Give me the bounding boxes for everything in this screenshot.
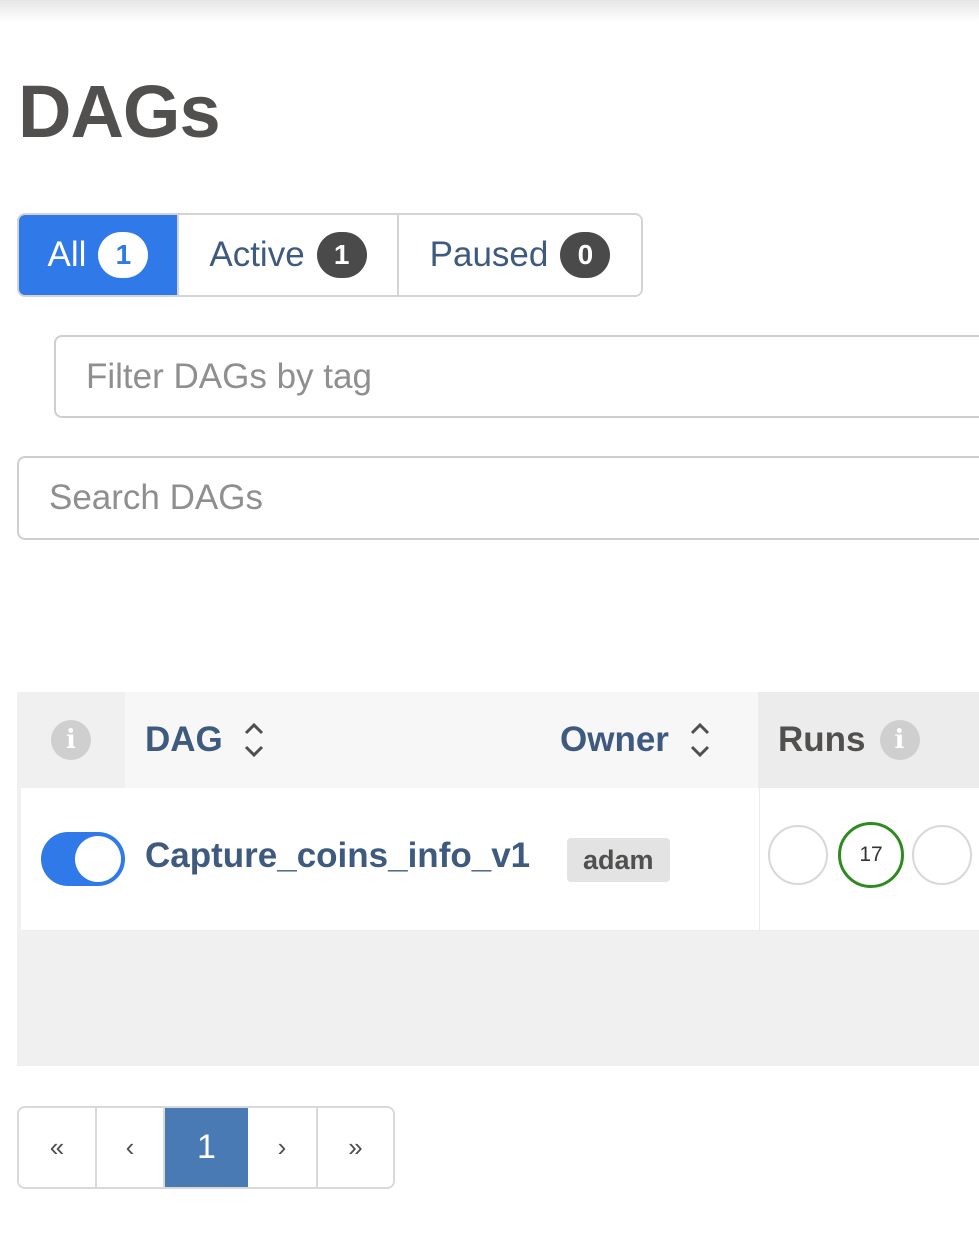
info-icon[interactable]: i [51, 720, 91, 760]
table-header: i DAG Owner Runs i [17, 692, 979, 788]
sort-icon[interactable] [687, 719, 713, 761]
header-owner-cell[interactable]: Owner [560, 692, 758, 788]
header-dag-cell[interactable]: DAG [125, 692, 560, 788]
run-state-running[interactable] [912, 825, 972, 885]
run-state-queued[interactable] [768, 825, 828, 885]
page-title: DAGs [18, 70, 221, 153]
header-runs-label: Runs [778, 720, 866, 759]
header-info-cell: i [17, 692, 125, 788]
tag-filter-input[interactable] [54, 335, 979, 418]
pagination-next-button[interactable]: › [248, 1108, 318, 1187]
filter-all-button[interactable]: All 1 [19, 215, 179, 295]
filter-paused-button[interactable]: Paused 0 [399, 215, 641, 295]
pagination-current-page[interactable]: 1 [165, 1108, 248, 1187]
runs-cell: 17 [759, 788, 979, 930]
dag-pause-toggle[interactable] [41, 832, 125, 886]
run-state-success[interactable]: 17 [838, 822, 904, 888]
status-filter: All 1 Active 1 Paused 0 [17, 213, 643, 297]
pagination-prev-button[interactable]: ‹ [97, 1108, 165, 1187]
pagination: « ‹ 1 › » [17, 1106, 395, 1189]
filter-paused-count-badge: 0 [560, 232, 611, 278]
table-row: Capture_coins_info_v1 adam 17 [21, 788, 979, 931]
dags-table: i DAG Owner Runs i Capture_coins_info_v1… [17, 692, 979, 1066]
toggle-knob [75, 836, 121, 882]
filter-active-label: Active [209, 235, 305, 274]
filter-active-count-badge: 1 [316, 232, 367, 278]
pagination-last-button[interactable]: » [318, 1108, 393, 1187]
sort-icon[interactable] [241, 719, 267, 761]
navbar-shadow [0, 0, 979, 22]
pagination-first-button[interactable]: « [19, 1108, 97, 1187]
header-runs-cell: Runs i [758, 692, 979, 788]
filter-paused-label: Paused [429, 235, 549, 274]
dag-search-input[interactable] [17, 456, 979, 540]
header-owner-label[interactable]: Owner [560, 720, 669, 760]
header-dag-label[interactable]: DAG [145, 720, 223, 760]
info-icon[interactable]: i [879, 720, 920, 760]
dag-id-link[interactable]: Capture_coins_info_v1 [145, 836, 530, 876]
filter-all-count-badge: 1 [98, 232, 149, 278]
filter-active-button[interactable]: Active 1 [179, 215, 399, 295]
filter-all-label: All [47, 235, 87, 274]
owner-tag[interactable]: adam [567, 838, 670, 882]
